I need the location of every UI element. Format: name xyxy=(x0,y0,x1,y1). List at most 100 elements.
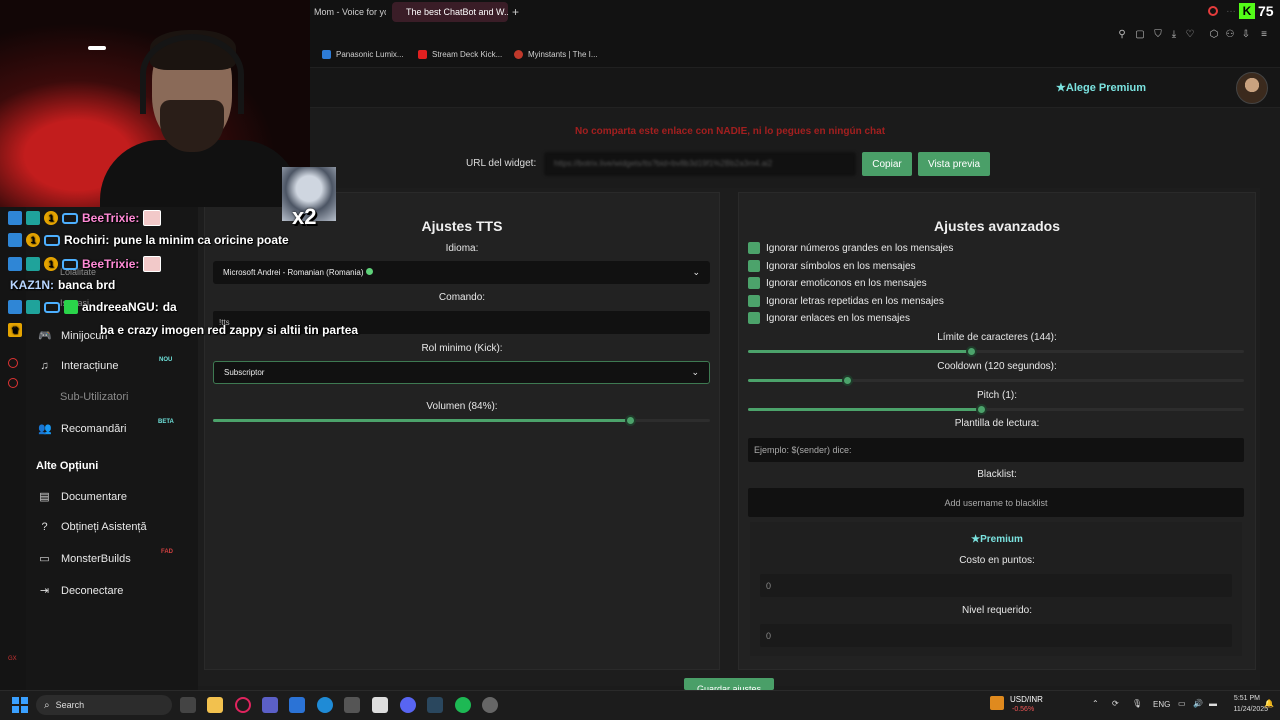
edge-icon[interactable] xyxy=(317,697,333,713)
tray-app-icon[interactable]: ⟳ xyxy=(1112,699,1119,708)
save-button[interactable]: Guardar ajustes xyxy=(684,678,774,690)
pin-icon[interactable]: ⚲ xyxy=(1116,29,1128,41)
cost-label: Costo en puntos: xyxy=(959,555,1035,566)
chat-line-3: 1 BeeTrixie: xyxy=(8,256,162,272)
badge-icon xyxy=(8,300,22,314)
microphone-icon[interactable]: 🎙 xyxy=(1132,699,1142,708)
store-icon[interactable] xyxy=(372,697,388,713)
checkbox[interactable] xyxy=(748,312,760,324)
avatar[interactable] xyxy=(1236,72,1268,104)
discord-icon[interactable] xyxy=(400,697,416,713)
sidebar-item-asistenta[interactable]: ? Obțineți Asistență xyxy=(38,521,146,533)
heart-icon[interactable]: ♡ xyxy=(1184,29,1196,41)
chat-line-5: andreeaNGU: da xyxy=(8,300,177,314)
char-limit-slider[interactable] xyxy=(748,346,1244,357)
notifications-icon[interactable]: 🔔 xyxy=(1264,699,1274,708)
sidebar-item-recomandari[interactable]: 👥 Recomandări xyxy=(38,422,126,436)
menu-icon[interactable]: ≡ xyxy=(1258,29,1270,41)
steam-icon[interactable] xyxy=(427,697,443,713)
bookmark-panasonic[interactable]: Panasonic Lumix... xyxy=(322,50,404,59)
tab-mom-voice[interactable]: Mom - Voice for you xyxy=(306,2,386,22)
search-icon[interactable] xyxy=(1208,6,1218,16)
network-icon[interactable]: ▭ xyxy=(1178,699,1186,708)
premium-link[interactable]: ★Alege Premium xyxy=(1056,81,1146,94)
file-explorer-icon[interactable] xyxy=(207,697,223,713)
battery-icon[interactable]: ▬ xyxy=(1209,699,1217,708)
clock-date[interactable]: 11/24/2025 xyxy=(1222,706,1268,713)
new-badge: NOU xyxy=(159,357,173,363)
kick-logo-icon xyxy=(396,8,404,16)
laptop-icon: ▭ xyxy=(39,553,50,565)
sidebar-item-documentare[interactable]: ▤ Documentare xyxy=(38,490,127,504)
account-icon[interactable]: ⚇ xyxy=(1224,29,1236,41)
chat-line-2: 1 Rochiri: pune la minim ca oricine poate xyxy=(8,233,289,247)
widget-warning: No comparta este enlace con NADIE, ni lo… xyxy=(574,126,886,137)
new-tab-button[interactable]: + xyxy=(512,5,519,19)
checkbox[interactable] xyxy=(748,277,760,289)
language-select[interactable]: Microsoft Andrei - Romanian (Romania) ⌄ xyxy=(213,261,710,284)
sub-badge-icon: 1 xyxy=(26,233,40,247)
volume-slider[interactable] xyxy=(213,415,710,426)
sidebar-item-subutilizatori[interactable]: Sub-Utilizatori xyxy=(60,391,128,403)
rail-gx-icon[interactable]: GX xyxy=(8,656,17,662)
taskbar-search[interactable]: ⌕ Search xyxy=(36,695,172,715)
downloads-icon[interactable]: ⇩ xyxy=(1240,29,1252,41)
sidebar-item-deconectare[interactable]: ⇥ Deconectare xyxy=(38,584,123,598)
spotify-icon[interactable] xyxy=(455,697,471,713)
copy-button[interactable]: Copiar xyxy=(862,152,912,176)
tab-chatbot[interactable]: The best ChatBot and W... xyxy=(392,2,508,22)
kick-k-icon[interactable]: K xyxy=(1239,3,1255,19)
status-dot-icon xyxy=(365,268,373,275)
bookmark-myinstants[interactable]: Myinstants | The I... xyxy=(514,50,598,59)
sticker-label: x2 xyxy=(292,204,317,229)
outlook-icon[interactable] xyxy=(289,697,305,713)
check-ignore-repeated[interactable]: Ignorar letras repetidas en los mensajes xyxy=(748,295,944,307)
extensions-icon[interactable]: ⬡ xyxy=(1208,29,1220,41)
rail-icon-1[interactable] xyxy=(8,358,18,368)
language-indicator[interactable]: ENG xyxy=(1153,700,1170,709)
pitch-slider[interactable] xyxy=(748,404,1244,415)
task-view-icon[interactable] xyxy=(180,697,196,713)
screenshot-icon[interactable]: ▢ xyxy=(1134,29,1146,41)
shield-icon[interactable]: ⛉ xyxy=(1152,29,1164,41)
tray-chevron-icon[interactable]: ⌃ xyxy=(1092,699,1099,708)
cooldown-slider[interactable] xyxy=(748,375,1244,386)
ticker-name: USD/INR xyxy=(1010,695,1043,704)
obs-icon[interactable] xyxy=(482,697,498,713)
blacklist-input[interactable]: Add username to blacklist xyxy=(748,488,1244,517)
rail-icon-2[interactable] xyxy=(8,378,18,388)
check-ignore-emotes[interactable]: Ignorar emoticonos en los mensajes xyxy=(748,277,927,289)
command-label: Comando: xyxy=(438,292,486,303)
bookmark-streamdeck[interactable]: Stream Deck Kick... xyxy=(418,50,502,59)
cost-input[interactable]: 0 xyxy=(760,574,1232,597)
volume-fill xyxy=(213,419,631,422)
widget-url-field[interactable]: https://botrix.live/widgets/tts?bid=bv8b… xyxy=(544,152,856,176)
cooldown-label: Cooldown (120 segundos): xyxy=(937,361,1057,372)
role-select[interactable]: Subscriptor ⌄ xyxy=(213,361,710,384)
sidebar-rail xyxy=(0,200,26,690)
checkbox[interactable] xyxy=(748,242,760,254)
volume-icon[interactable]: 🔊 xyxy=(1193,699,1203,708)
clock-time[interactable]: 5:51 PM xyxy=(1226,695,1260,702)
checkbox[interactable] xyxy=(748,295,760,307)
sidebar-item-monsterbuilds[interactable]: ▭ MonsterBuilds xyxy=(38,552,130,566)
ring-light xyxy=(88,46,106,50)
checkbox[interactable] xyxy=(748,260,760,272)
check-ignore-numbers[interactable]: Ignorar números grandes en los mensajes xyxy=(748,242,953,254)
app-icon[interactable] xyxy=(344,697,360,713)
webcam-overlay xyxy=(0,0,310,207)
template-input[interactable]: Ejemplo: $(sender) dice: xyxy=(748,438,1244,462)
preview-button[interactable]: Vista previa xyxy=(918,152,990,176)
check-ignore-symbols[interactable]: Ignorar símbolos en los mensajes xyxy=(748,260,916,272)
youtube-favicon-icon xyxy=(418,50,427,59)
level-input[interactable]: 0 xyxy=(760,624,1232,647)
camera-icon xyxy=(62,258,78,270)
windows-start-icon[interactable] xyxy=(12,697,28,713)
download-icon[interactable]: ⤓ xyxy=(1168,29,1180,41)
check-ignore-links[interactable]: Ignorar enlaces en los mensajes xyxy=(748,312,910,324)
crown-badge-icon: ♛ xyxy=(8,323,22,337)
stock-widget-icon[interactable] xyxy=(990,696,1004,710)
sidebar-item-interactiune[interactable]: ♫ Interacțiune xyxy=(38,360,118,372)
teams-icon[interactable] xyxy=(262,697,278,713)
opera-gx-icon[interactable] xyxy=(235,697,251,713)
